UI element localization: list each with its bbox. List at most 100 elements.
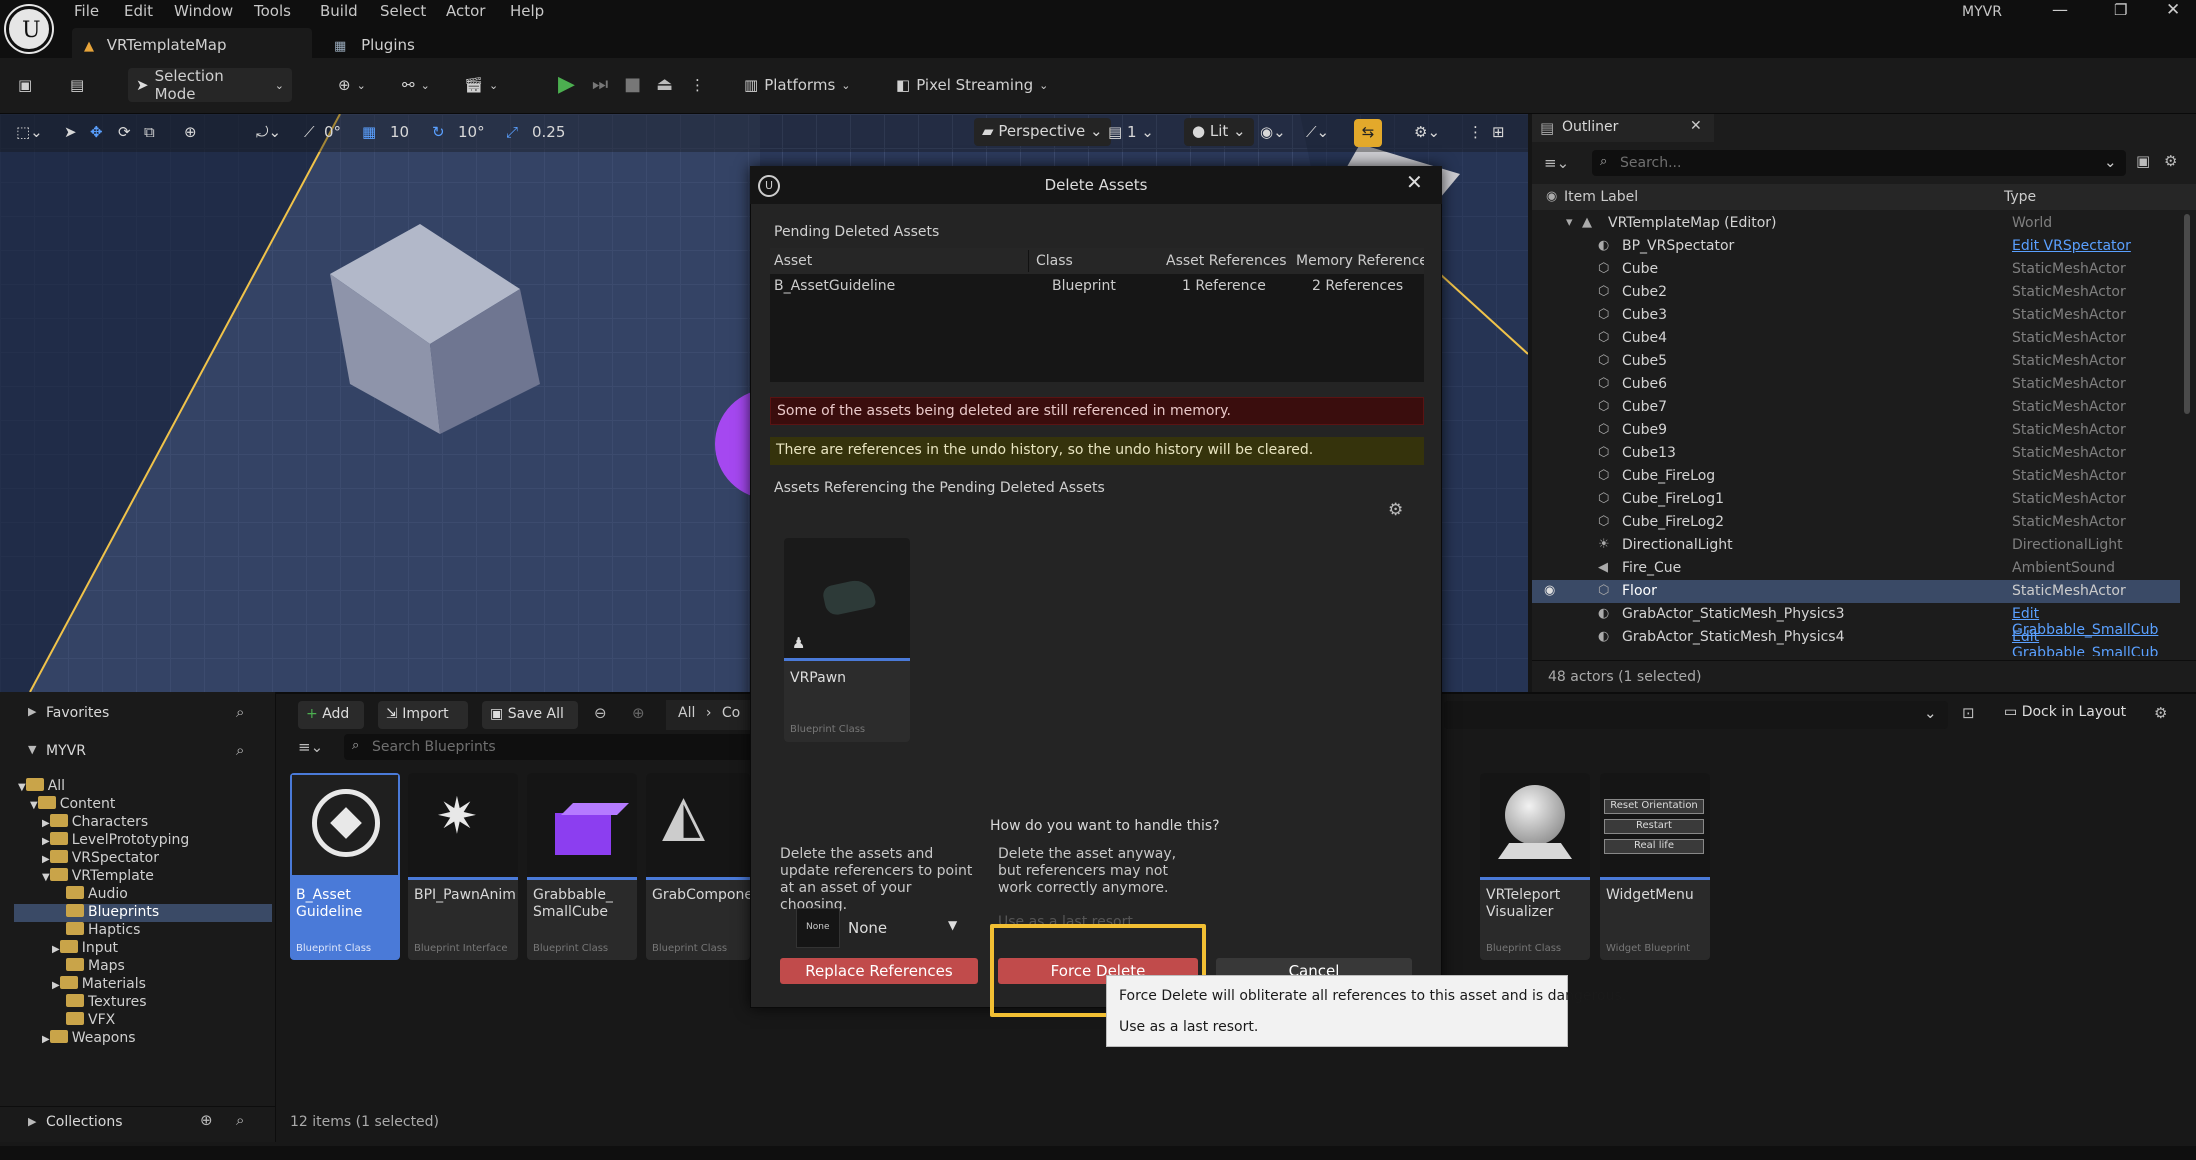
save-level-button[interactable]: ▣ (10, 68, 40, 102)
expand-icon[interactable]: ▾ (1566, 215, 1582, 231)
tree-item-input[interactable]: ▶ Input (52, 940, 118, 958)
outliner-row[interactable]: ◐ GrabActor_StaticMesh_Physics4 Edit Grabb… (1532, 626, 2180, 656)
tab-level[interactable]: ▲ VRTemplateMap (72, 28, 312, 58)
cb-save-all-button[interactable]: ▣ Save All (482, 701, 578, 729)
tree-item-haptics[interactable]: Haptics (66, 922, 140, 940)
grid-size-value[interactable]: 10 (390, 123, 409, 141)
project-search-icon[interactable]: ⌕ (236, 741, 244, 759)
item-label-header[interactable]: Item Label (1564, 189, 1638, 205)
table-row[interactable]: B_AssetGuideline Blueprint 1 Reference 2… (770, 274, 1424, 298)
rotation-snap-value[interactable]: 10° (458, 123, 485, 141)
cb-filter-icon[interactable]: ≡⌄ (298, 738, 323, 756)
tab-plugins[interactable]: ▦ Plugins (322, 28, 427, 58)
platforms-dropdown[interactable]: ▥ Platforms ⌄ (736, 68, 858, 102)
outliner-row[interactable]: ⬡ Cube2 StaticMeshActor (1532, 281, 2180, 304)
show-flags-icon[interactable]: ◉⌄ (1260, 123, 1286, 141)
outliner-row[interactable]: ⬡ Cube_FireLog2 StaticMeshActor (1532, 511, 2180, 534)
outliner-search-input[interactable]: ⌕ Search... ⌄ (1592, 150, 2126, 176)
select-tool-icon[interactable]: ⬚⌄ (16, 123, 43, 141)
outliner-row[interactable]: ◐ BP_VRSpectator Edit VRSpectator (1532, 235, 2180, 258)
perspective-dropdown[interactable]: ▰ Perspective ⌄ (974, 118, 1111, 146)
view-mode-dropdown[interactable]: ● Lit ⌄ (1184, 118, 1254, 146)
scale-snap-icon[interactable]: ⤢ (506, 123, 518, 141)
outliner-tab[interactable]: ▤ Outliner ✕ (1532, 114, 1714, 142)
outliner-row[interactable]: ⬡ Cube_FireLog StaticMeshActor (1532, 465, 2180, 488)
filter-icon[interactable]: ≡⌄ (1544, 154, 1569, 172)
outliner-row[interactable]: ⬡ Cube5 StaticMeshActor (1532, 350, 2180, 373)
asset-tile[interactable]: Grabbable_ SmallCube Blueprint Class (527, 773, 637, 960)
menu-select[interactable]: Select (380, 2, 426, 20)
settings-gear-icon[interactable]: ⚙⌄ (1414, 123, 1440, 141)
tree-item-vfx[interactable]: VFX (66, 1012, 115, 1030)
tree-item-all[interactable]: ▼ All (18, 778, 65, 796)
tree-item-blueprints-selected[interactable]: Blueprints (14, 904, 272, 922)
asset-tile[interactable]: ✷ BPI_PawnAnim Blueprint Interface (408, 773, 518, 960)
tree-item-vrspectator[interactable]: ▶ VRSpectator (42, 850, 159, 868)
favorites-search-icon[interactable]: ⌕ (236, 703, 244, 721)
tree-item-characters[interactable]: ▶ Characters (42, 814, 148, 832)
cb-path-dropdown[interactable]: ⌄ (1444, 701, 1948, 729)
outliner-settings-icon[interactable]: ⚙ (2164, 152, 2177, 170)
add-folder-icon[interactable]: ▣ (2136, 152, 2150, 170)
close-outliner-icon[interactable]: ✕ (1690, 118, 1702, 134)
content-browser-button[interactable]: ▤ (62, 68, 92, 102)
maximize-icon[interactable]: ❐ (2114, 1, 2127, 19)
row-type-link[interactable]: Edit Grabbable_SmallCub (2012, 629, 2180, 656)
asset-tile-selected[interactable]: B_Asset Guideline Blueprint Class (290, 773, 400, 960)
outliner-row-selected[interactable]: ◉ ⬡ Floor StaticMeshActor (1532, 580, 2180, 603)
menu-actor[interactable]: Actor (446, 2, 485, 20)
stop-button[interactable]: ■ (616, 68, 649, 102)
outliner-row[interactable]: ⬡ Cube3 StaticMeshActor (1532, 304, 2180, 327)
history-back-icon[interactable]: ⊖ (594, 704, 607, 722)
unreal-logo-icon[interactable]: U (6, 6, 52, 52)
tree-item-materials[interactable]: ▶ Materials (52, 976, 146, 994)
favorites-section[interactable]: ▶ Favorites ⌕ (0, 700, 276, 728)
realtime-icon[interactable]: ⟋⌄ (1306, 123, 1329, 141)
outliner-row[interactable]: ◀ Fire_Cue AmbientSound (1532, 557, 2180, 580)
rotation-snap-icon[interactable]: ↻ (432, 123, 445, 141)
menu-edit[interactable]: Edit (124, 2, 153, 20)
history-forward-icon[interactable]: ⊕ (632, 704, 645, 722)
grid-angle-value[interactable]: 0° (324, 123, 341, 141)
minimize-icon[interactable]: — (2052, 0, 2068, 19)
asset-tile[interactable]: VRTeleport Visualizer Blueprint Class (1480, 773, 1590, 960)
cinematics-button[interactable]: 🎬︎ ⌄ (456, 68, 506, 102)
close-window-icon[interactable]: ✕ (2166, 0, 2180, 20)
row-type-link[interactable]: Edit VRSpectator (2012, 238, 2131, 254)
grid-angle-icon[interactable]: ⟋ (304, 123, 315, 141)
arrow-select-icon[interactable]: ➤ (64, 123, 77, 141)
type-header[interactable]: Type (2004, 189, 2036, 205)
col-class[interactable]: Class (1036, 253, 1073, 269)
outliner-row[interactable]: ⬡ Cube7 StaticMeshActor (1532, 396, 2180, 419)
outliner-row[interactable]: ⬡ Cube9 StaticMeshActor (1532, 419, 2180, 442)
layout-icon[interactable]: ⊞ (1492, 123, 1505, 141)
col-asset-references[interactable]: Asset References (1166, 253, 1287, 269)
tree-item-maps[interactable]: Maps (66, 958, 125, 976)
pixel-streaming-dropdown[interactable]: ◧ Pixel Streaming ⌄ (888, 68, 1056, 102)
dock-in-layout-button[interactable]: ▭ Dock in Layout (2004, 704, 2126, 720)
col-memory-reference[interactable]: Memory Reference (1296, 253, 1424, 269)
snap-toggle-icon[interactable]: ⇆ (1354, 119, 1382, 147)
menu-file[interactable]: File (74, 2, 99, 20)
lock-icon[interactable]: ⊡ (1962, 704, 1975, 722)
viewport-options-icon[interactable]: ⋮ (1468, 123, 1483, 141)
menu-window[interactable]: Window (174, 2, 233, 20)
menu-help[interactable]: Help (510, 2, 544, 20)
cb-settings-icon[interactable]: ⚙ (2154, 704, 2167, 722)
outliner-row[interactable]: ⬡ Cube13 StaticMeshActor (1532, 442, 2180, 465)
outliner-row[interactable]: ⬡ Cube6 StaticMeshActor (1532, 373, 2180, 396)
add-actor-button[interactable]: ⊕ ⌄ (330, 68, 374, 102)
breadcrumb-all[interactable]: All (678, 705, 695, 721)
referencing-asset-tile[interactable]: ♟ VRPawn Blueprint Class (784, 538, 910, 742)
collections-section[interactable]: ▶ Collections ⊕ ⌕ (0, 1106, 276, 1134)
cb-import-button[interactable]: ⇲ Import (378, 701, 468, 729)
visibility-eye-icon[interactable]: ◉ (1544, 583, 1560, 599)
tree-item-weapons[interactable]: ▶ Weapons (42, 1030, 136, 1048)
play-button[interactable]: ▶ (550, 68, 583, 102)
tree-item-textures[interactable]: Textures (66, 994, 147, 1012)
world-space-icon[interactable]: ⊕ (184, 123, 197, 141)
outliner-row[interactable]: ☀ DirectionalLight DirectionalLight (1532, 534, 2180, 557)
outliner-row[interactable]: ⬡ Cube StaticMeshActor (1532, 258, 2180, 281)
tree-item-levelprototyping[interactable]: ▶ LevelPrototyping (42, 832, 189, 850)
add-collection-icon[interactable]: ⊕ (200, 1111, 213, 1129)
